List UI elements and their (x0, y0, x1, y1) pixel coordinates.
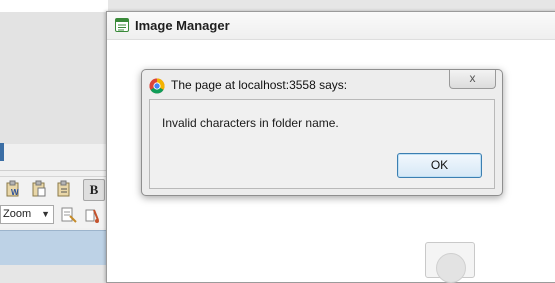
divider (0, 170, 108, 171)
image-manager-titlebar[interactable]: Image Manager (107, 12, 555, 40)
close-button[interactable]: x (449, 70, 496, 89)
paste-icon[interactable] (30, 180, 48, 198)
svg-text:W: W (11, 188, 19, 197)
alert-title: The page at localhost:3558 says: (171, 78, 348, 92)
doc-icon (115, 18, 129, 32)
ok-button[interactable]: OK (397, 153, 482, 178)
alert-dialog: The page at localhost:3558 says: x Inval… (141, 69, 503, 196)
zoom-select-value: Zoom (3, 208, 32, 220)
editor-content-area (0, 230, 108, 265)
alert-message: Invalid characters in folder name. (162, 116, 339, 130)
chevron-down-icon: ▼ (41, 209, 50, 219)
close-icon: x (469, 71, 476, 85)
find-replace-icon[interactable] (60, 206, 78, 224)
paste-word-icon[interactable]: W (4, 180, 22, 198)
image-manager-widget[interactable] (425, 242, 475, 283)
zoom-select[interactable]: Zoom ▼ (0, 205, 54, 224)
editor-side-panel (0, 12, 108, 144)
background-editor: W B Zoom ▼ (0, 0, 108, 265)
paste-text-icon[interactable] (55, 180, 73, 198)
image-manager-title: Image Manager (135, 18, 230, 33)
bold-button[interactable]: B (83, 179, 105, 201)
cleanup-icon[interactable] (83, 206, 101, 224)
widget-circle (436, 253, 466, 283)
chrome-icon (149, 78, 165, 94)
alert-body: Invalid characters in folder name. OK (149, 99, 495, 189)
editor-tab-marker[interactable] (0, 143, 4, 161)
